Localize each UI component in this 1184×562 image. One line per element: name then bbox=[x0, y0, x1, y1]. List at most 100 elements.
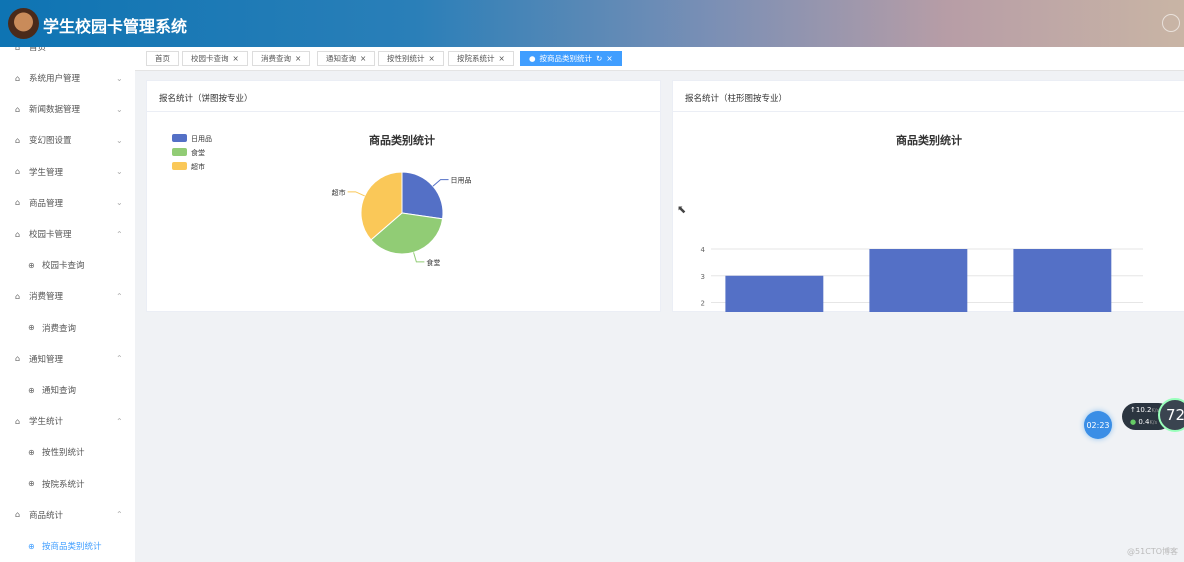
download-unit: K/s bbox=[1149, 420, 1158, 426]
sub-icon: ⊕ bbox=[28, 541, 35, 551]
sidebar-item[interactable]: ⌂ 消费管理 ⌃ bbox=[0, 286, 135, 306]
sidebar-item-label: 学生管理 bbox=[29, 167, 64, 178]
sidebar-item-label: 首页 bbox=[29, 47, 47, 53]
logo-avatar bbox=[8, 8, 39, 39]
tab[interactable]: ● 按商品类别统计 ↻ × bbox=[520, 51, 622, 66]
download-speed: 0.4 bbox=[1138, 418, 1150, 426]
sidebar-item-label: 新闻数据管理 bbox=[29, 105, 81, 116]
user-icon[interactable] bbox=[1162, 14, 1180, 32]
bar-card-title: 报名统计（柱形图按专业） bbox=[673, 81, 1184, 112]
sub-icon: ⊕ bbox=[28, 447, 35, 457]
bar-card: 报名统计（柱形图按专业） 商品类别统计01234日用品食堂超市 bbox=[672, 80, 1184, 312]
sidebar-item[interactable]: ⌂ 商品管理 ⌄ bbox=[0, 193, 135, 213]
sidebar-item[interactable]: ⌂ 学生统计 ⌃ bbox=[0, 411, 135, 431]
legend-swatch bbox=[172, 162, 187, 170]
menu-icon: ⌂ bbox=[15, 198, 21, 208]
chart-title: 商品类别统计 bbox=[369, 133, 435, 147]
chevron-up-icon: ⌃ bbox=[116, 416, 123, 426]
tab-bar: 首页 校园卡查询 × 消费查询 × 通知查询 × 按性别统计 × 按院系统计 × ● 按商品类别统计 ↻ × bbox=[135, 47, 1184, 71]
sidebar-item[interactable]: ⌂ 通知管理 ⌃ bbox=[0, 349, 135, 369]
sidebar-item-label: 通知管理 bbox=[29, 354, 64, 365]
tab[interactable]: 首页 bbox=[146, 51, 179, 66]
chart-title: 商品类别统计 bbox=[896, 133, 962, 147]
close-icon[interactable]: × bbox=[429, 54, 435, 63]
menu-icon: ⌂ bbox=[15, 73, 21, 83]
sub-icon: ⊕ bbox=[28, 260, 35, 270]
sidebar-item-label: 按商品类别统计 bbox=[42, 542, 102, 552]
menu-icon: ⌂ bbox=[15, 291, 21, 301]
tab[interactable]: 消费查询 × bbox=[252, 51, 311, 66]
chevron-up-icon: ⌃ bbox=[116, 291, 123, 301]
sub-icon: ⊕ bbox=[28, 385, 35, 395]
close-icon[interactable]: × bbox=[606, 54, 612, 63]
menu-icon: ⌂ bbox=[15, 229, 21, 239]
home-icon: ⌂ bbox=[15, 47, 21, 52]
tab-label: 按性别统计 bbox=[387, 54, 425, 63]
sidebar-item[interactable]: ⌂ 变幻图设置 ⌄ bbox=[0, 130, 135, 150]
bar bbox=[1013, 249, 1112, 312]
bar-chart: 商品类别统计01234日用品食堂超市 bbox=[701, 133, 1143, 312]
chevron-up-icon: ⌃ bbox=[116, 510, 123, 520]
close-icon[interactable]: × bbox=[295, 54, 301, 63]
legend-swatch bbox=[172, 134, 187, 142]
pie-slice bbox=[401, 171, 444, 220]
menu-icon: ⌂ bbox=[15, 135, 21, 145]
sidebar-item[interactable]: ⌂ 系统用户管理 ⌄ bbox=[0, 68, 135, 88]
sidebar-item-label: 消费查询 bbox=[42, 323, 77, 334]
y-tick-label: 3 bbox=[701, 273, 705, 281]
sub-icon: ⊕ bbox=[28, 479, 35, 489]
sidebar-item-label: 校园卡管理 bbox=[29, 230, 72, 240]
sidebar-item[interactable]: ⊕ 按院系统计 bbox=[0, 474, 135, 494]
label-line bbox=[413, 252, 425, 263]
app-title: 学生校园卡管理系统 bbox=[43, 17, 188, 36]
sidebar-item-label: 系统用户管理 bbox=[29, 74, 81, 84]
sidebar: ⌂ 首页 ⌂ 系统用户管理 ⌄ ⌂ 新闻数据管理 ⌄ ⌂ 变幻图设置 ⌄ ⌂ 学生管理 ⌄ ⌂ 商品管理 ⌄ ⌂ 校… bbox=[0, 47, 135, 562]
tab[interactable]: 按院系统计 × bbox=[448, 51, 514, 66]
pie-chart: 商品类别统计日用品食堂超市日用品食堂超市 bbox=[172, 133, 472, 267]
sidebar-item-label: 通知查询 bbox=[42, 386, 77, 396]
sidebar-item[interactable]: ⌂ 商品统计 ⌃ bbox=[0, 505, 135, 525]
close-icon[interactable]: × bbox=[360, 54, 366, 63]
performance-gauge[interactable]: 72 bbox=[1158, 398, 1184, 432]
tab-label: 消费查询 bbox=[261, 54, 291, 63]
pie-card-title: 报名统计（饼图按专业） bbox=[147, 81, 660, 112]
chevron-down-icon: ⌄ bbox=[116, 167, 123, 177]
upload-speed: 10.2 bbox=[1135, 406, 1152, 414]
tab[interactable]: 通知查询 × bbox=[317, 51, 376, 66]
sidebar-item[interactable]: ⌂ 新闻数据管理 ⌄ bbox=[0, 99, 135, 119]
sidebar-item[interactable]: ⌂ 首页 bbox=[0, 47, 135, 57]
menu-icon: ⌂ bbox=[15, 104, 21, 114]
tab-label: 首页 bbox=[155, 54, 170, 63]
y-tick-label: 4 bbox=[701, 246, 706, 254]
sidebar-item[interactable]: ⌂ 校园卡管理 ⌃ bbox=[0, 224, 135, 244]
tab[interactable]: 按性别统计 × bbox=[378, 51, 444, 66]
close-icon[interactable]: × bbox=[233, 54, 239, 63]
download-icon: ● bbox=[1130, 418, 1137, 426]
chevron-down-icon: ⌄ bbox=[116, 135, 123, 145]
label-line bbox=[432, 179, 449, 187]
label-line bbox=[347, 191, 365, 197]
bar bbox=[725, 275, 824, 312]
tab-label: 按院系统计 bbox=[457, 54, 495, 63]
close-icon[interactable]: × bbox=[499, 54, 505, 63]
sidebar-item[interactable]: ⊕ 通知查询 bbox=[0, 380, 135, 400]
sidebar-item[interactable]: ⊕ 按商品类别统计 bbox=[0, 536, 135, 556]
legend-label: 食堂 bbox=[191, 148, 205, 157]
menu-icon: ⌂ bbox=[15, 354, 21, 364]
timer-badge[interactable]: 02:23 bbox=[1084, 411, 1112, 439]
refresh-icon[interactable]: ↻ bbox=[596, 54, 602, 63]
pie-card: 报名统计（饼图按专业） 商品类别统计 日用品 食堂 超市 日用品 食堂 超市 bbox=[146, 80, 661, 312]
sidebar-item[interactable]: ⊕ 校园卡查询 bbox=[0, 255, 135, 275]
sub-icon: ⊕ bbox=[28, 323, 35, 333]
slice-label: 超市 bbox=[332, 188, 346, 197]
sidebar-item[interactable]: ⊕ 按性别统计 bbox=[0, 442, 135, 462]
legend-label: 超市 bbox=[191, 162, 205, 171]
sidebar-item[interactable]: ⌂ 学生管理 ⌄ bbox=[0, 162, 135, 182]
tab-label: 通知查询 bbox=[326, 54, 356, 63]
sidebar-item[interactable]: ⊕ 消费查询 bbox=[0, 318, 135, 338]
sidebar-item-label: 按院系统计 bbox=[42, 479, 85, 490]
sidebar-item-label: 学生统计 bbox=[29, 417, 64, 428]
sidebar-item-label: 消费管理 bbox=[29, 292, 64, 303]
tab[interactable]: 校园卡查询 × bbox=[182, 51, 248, 66]
y-tick-label: 2 bbox=[701, 300, 705, 308]
